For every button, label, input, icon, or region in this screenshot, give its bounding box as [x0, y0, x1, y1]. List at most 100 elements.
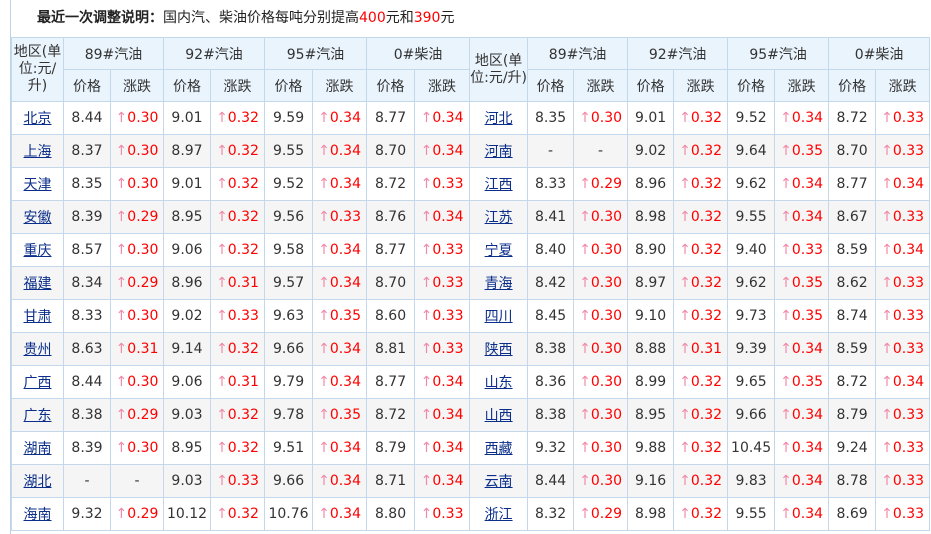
- price-cell: 9.57: [264, 266, 314, 300]
- region-link[interactable]: 宁夏: [485, 243, 513, 259]
- change-cell: ↑0.34: [875, 233, 931, 267]
- change-cell: ↑0.32: [673, 365, 729, 399]
- up-arrow-icon: ↑: [318, 242, 330, 258]
- fuel-header: 89#汽油: [62, 37, 165, 70]
- region-link[interactable]: 上海: [24, 144, 52, 160]
- change-header: 涨跌: [210, 69, 266, 102]
- change-value: 0.33: [791, 242, 824, 258]
- region-link[interactable]: 湖北: [24, 474, 52, 490]
- region-link[interactable]: 浙江: [485, 507, 513, 523]
- change-cell: ↑0.32: [673, 266, 729, 300]
- up-arrow-icon: ↑: [881, 308, 893, 324]
- price-cell: 8.44: [63, 101, 111, 135]
- price-cell: 8.77: [828, 167, 877, 201]
- price-cell: 9.78: [264, 398, 314, 432]
- change-cell: ↑0.32: [673, 167, 729, 201]
- change-cell: ↑0.33: [875, 299, 931, 333]
- change-value: 0.32: [227, 176, 259, 192]
- change-value: 0.33: [892, 341, 925, 357]
- region-link[interactable]: 海南: [24, 507, 52, 523]
- change-header: 涨跌: [774, 69, 830, 102]
- region-link[interactable]: 河南: [485, 144, 513, 160]
- region-cell: 西藏: [469, 431, 529, 465]
- region-link[interactable]: 西藏: [485, 441, 513, 457]
- change-cell: ↑0.30: [573, 332, 629, 366]
- price-cell: 8.62: [828, 266, 877, 300]
- up-arrow-icon: ↑: [881, 275, 893, 291]
- change-cell: ↑0.32: [673, 398, 729, 432]
- price-cell: 8.39: [63, 200, 111, 234]
- change-value: 0.33: [329, 209, 361, 225]
- region-link[interactable]: 云南: [485, 474, 513, 490]
- adjustment-note: 最近一次调整说明：国内汽、柴油价格每吨分别提高400元和390元: [11, 0, 931, 37]
- change-cell: ↑0.30: [573, 266, 629, 300]
- change-value: 0.34: [432, 374, 464, 390]
- change-cell: ↑0.32: [673, 200, 729, 234]
- oil-price-table: 地区(单位:元/升) 89#汽油 92#汽油 95#汽油 0#柴油 地区(单位:元/升) 8…: [11, 37, 931, 531]
- price-cell: 8.77: [366, 233, 416, 267]
- change-cell: ↑0.34: [414, 101, 471, 135]
- change-cell: ↑0.35: [774, 365, 830, 399]
- region-link[interactable]: 广东: [24, 408, 52, 424]
- change-cell: ↑0.32: [673, 233, 729, 267]
- price-cell: 8.79: [828, 398, 877, 432]
- region-cell: 山西: [469, 398, 529, 432]
- up-arrow-icon: ↑: [881, 242, 893, 258]
- change-cell: ↑0.30: [109, 365, 165, 399]
- change-value: 0.33: [892, 110, 925, 126]
- price-header: 价格: [163, 69, 212, 102]
- price-cell: 8.78: [828, 464, 877, 498]
- up-arrow-icon: ↑: [881, 143, 893, 159]
- price-cell: 8.39: [63, 431, 111, 465]
- change-cell: ↑0.32: [210, 167, 266, 201]
- price-cell: 10.76: [264, 497, 314, 531]
- up-arrow-icon: ↑: [318, 110, 330, 126]
- price-cell: 9.14: [163, 332, 212, 366]
- region-link[interactable]: 甘肃: [24, 309, 52, 325]
- note-mid: 元和: [385, 10, 414, 26]
- up-arrow-icon: ↑: [115, 374, 128, 390]
- up-arrow-icon: ↑: [115, 440, 128, 456]
- up-arrow-icon: ↑: [318, 341, 330, 357]
- region-link[interactable]: 山东: [485, 375, 513, 391]
- change-value: 0.34: [329, 110, 361, 126]
- change-value: 0.30: [590, 374, 623, 390]
- change-value: 0.32: [690, 473, 723, 489]
- change-cell: ↑0.33: [312, 200, 368, 234]
- price-cell: 8.77: [366, 101, 416, 135]
- price-cell: 8.33: [63, 299, 111, 333]
- change-cell: ↑0.34: [774, 431, 830, 465]
- change-value: 0.29: [590, 506, 623, 522]
- region-link[interactable]: 广西: [24, 375, 52, 391]
- change-cell: ↑0.32: [673, 464, 729, 498]
- change-cell: ↑0.33: [210, 464, 266, 498]
- change-value: 0.35: [329, 407, 361, 423]
- region-link[interactable]: 北京: [24, 111, 52, 127]
- up-arrow-icon: ↑: [881, 506, 893, 522]
- price-cell: 8.96: [627, 167, 675, 201]
- region-link[interactable]: 四川: [485, 309, 513, 325]
- change-value: 0.34: [791, 407, 824, 423]
- region-link[interactable]: 安徽: [24, 210, 52, 226]
- region-link[interactable]: 山西: [485, 408, 513, 424]
- price-cell: 8.34: [63, 266, 111, 300]
- region-link[interactable]: 重庆: [24, 243, 52, 259]
- price-cell: 8.98: [627, 200, 675, 234]
- change-value: 0.33: [432, 242, 464, 258]
- region-link[interactable]: 青海: [485, 276, 513, 292]
- gas-increase: 400: [359, 10, 386, 26]
- change-cell: ↑0.30: [573, 365, 629, 399]
- up-arrow-icon: ↑: [780, 473, 792, 489]
- region-link[interactable]: 江西: [485, 177, 513, 193]
- region-link[interactable]: 贵州: [24, 342, 52, 358]
- up-arrow-icon: ↑: [216, 341, 228, 357]
- region-link[interactable]: 江苏: [485, 210, 513, 226]
- region-link[interactable]: 河北: [485, 111, 513, 127]
- region-cell: 江西: [469, 167, 529, 201]
- region-link[interactable]: 天津: [24, 177, 52, 193]
- region-link[interactable]: 陕西: [485, 342, 513, 358]
- region-link[interactable]: 湖南: [24, 441, 52, 457]
- region-link[interactable]: 福建: [24, 276, 52, 292]
- price-cell: 8.36: [527, 365, 575, 399]
- change-cell: ↑0.34: [414, 398, 471, 432]
